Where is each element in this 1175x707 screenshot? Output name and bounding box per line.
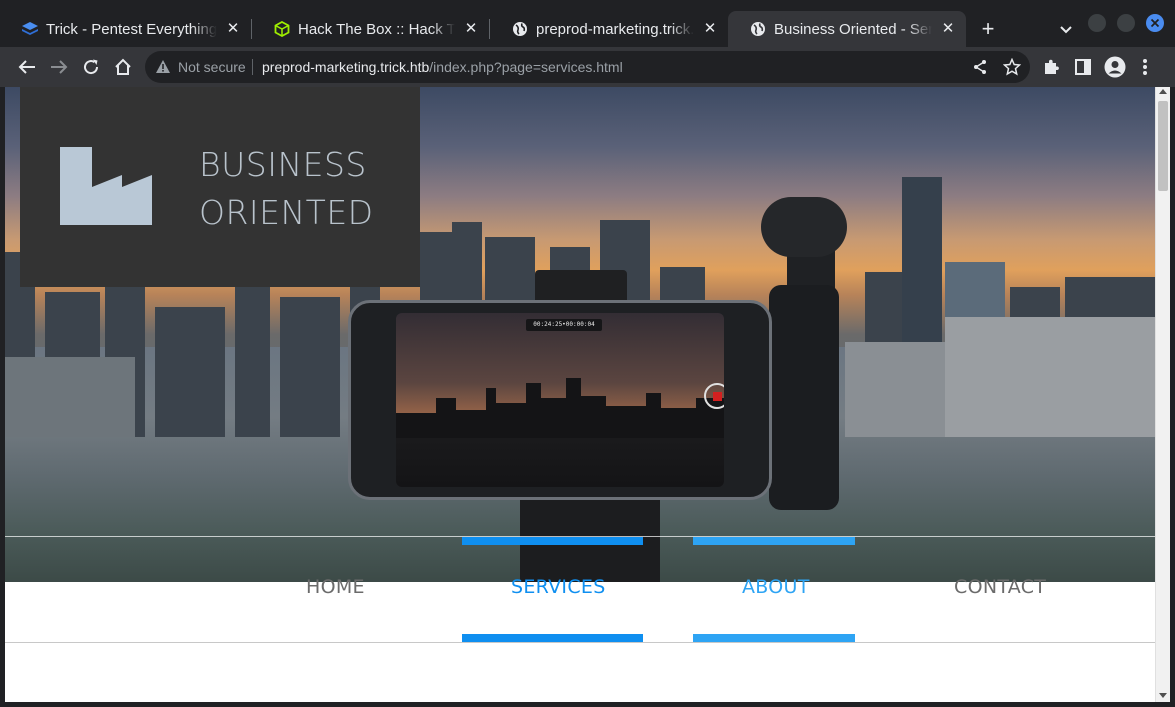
recording-timer: 00:24:25•00:00:04	[526, 319, 602, 331]
address-separator	[252, 59, 253, 75]
services-top-bar	[462, 537, 643, 545]
home-icon[interactable]	[111, 55, 135, 79]
menu-kebab-icon[interactable]	[1133, 55, 1157, 79]
about-top-bar	[693, 537, 855, 545]
toolbar: Not secure preprod-marketing.trick.htb/i…	[0, 47, 1175, 87]
close-tab-icon[interactable]: ✕	[702, 21, 718, 37]
address-bar[interactable]: Not secure preprod-marketing.trick.htb/i…	[145, 51, 1030, 83]
logo-line-2: ORIENTED	[199, 193, 374, 232]
globe-icon	[512, 21, 528, 37]
tab-trick[interactable]: Trick - Pentest Everything ✕	[0, 11, 251, 47]
record-button	[704, 383, 724, 409]
tab-strip: Trick - Pentest Everything ✕ Hack The Bo…	[0, 0, 1175, 47]
logo-text: BUSINESS ORIENTED	[199, 141, 374, 237]
logo[interactable]: BUSINESS ORIENTED	[20, 87, 420, 287]
gimbal-device	[761, 197, 847, 582]
minimize-button[interactable]	[1088, 14, 1106, 32]
page-viewport: 00:24:25•00:00:04 BUSINESS ORIENTED HOME…	[5, 87, 1155, 702]
scroll-down-arrow-icon[interactable]	[1159, 693, 1167, 698]
about-bottom-bar	[693, 634, 855, 642]
tab-search-icon[interactable]	[1056, 19, 1076, 39]
globe-icon	[750, 21, 766, 37]
phone-screen: 00:24:25•00:00:04	[396, 313, 724, 487]
services-bottom-bar	[462, 634, 643, 642]
close-window-button[interactable]	[1146, 14, 1164, 32]
tab-title: Hack The Box :: Hack The Box	[298, 20, 455, 38]
share-icon[interactable]	[970, 57, 990, 77]
new-tab-button[interactable]: +	[976, 17, 1000, 41]
nav-divider	[5, 642, 1155, 643]
nav-home[interactable]: HOME	[306, 576, 365, 598]
tab-title: preprod-marketing.trick.htb	[536, 20, 694, 38]
browser-window: Trick - Pentest Everything ✕ Hack The Bo…	[0, 0, 1175, 707]
window-frame-left	[0, 87, 5, 707]
side-panel-icon[interactable]	[1071, 55, 1095, 79]
extensions-puzzle-icon[interactable]	[1039, 55, 1063, 79]
nav-services[interactable]: SERVICES	[511, 576, 606, 598]
htb-cube-icon	[274, 21, 290, 37]
url-host: preprod-marketing.trick.htb	[262, 59, 430, 75]
vertical-scrollbar[interactable]	[1155, 87, 1170, 702]
layers-icon	[22, 21, 38, 37]
scroll-up-arrow-icon[interactable]	[1159, 89, 1167, 94]
tab-hackthebox[interactable]: Hack The Box :: Hack The Box ✕	[252, 11, 489, 47]
close-tab-icon[interactable]: ✕	[225, 21, 241, 37]
maximize-button[interactable]	[1117, 14, 1135, 32]
forward-icon[interactable]	[47, 55, 71, 79]
warning-icon[interactable]	[155, 59, 171, 79]
window-frame-bottom	[0, 702, 1175, 707]
smartphone: 00:24:25•00:00:04	[348, 300, 772, 500]
security-label[interactable]: Not secure	[178, 59, 246, 75]
logo-line-1: BUSINESS	[199, 145, 367, 184]
profile-avatar-icon[interactable]	[1103, 55, 1127, 79]
reload-icon[interactable]	[79, 55, 103, 79]
url-text[interactable]: preprod-marketing.trick.htb/index.php?pa…	[262, 59, 623, 75]
back-icon[interactable]	[15, 55, 39, 79]
scroll-thumb[interactable]	[1158, 101, 1168, 191]
tab-title: Business Oriented - Services	[774, 20, 932, 38]
factory-icon	[60, 147, 152, 225]
close-tab-icon[interactable]: ✕	[940, 21, 956, 37]
tab-business-oriented[interactable]: Business Oriented - Services ✕	[728, 11, 966, 47]
main-nav: HOME SERVICES ABOUT CONTACT	[5, 537, 1155, 642]
tab-title: Trick - Pentest Everything	[46, 20, 217, 38]
close-tab-icon[interactable]: ✕	[463, 21, 479, 37]
nav-contact[interactable]: CONTACT	[954, 576, 1046, 598]
window-frame-right	[1170, 87, 1175, 707]
bookmark-star-icon[interactable]	[1002, 57, 1022, 77]
tab-preprod[interactable]: preprod-marketing.trick.htb ✕	[490, 11, 728, 47]
nav-about[interactable]: ABOUT	[742, 576, 810, 598]
url-path: /index.php?page=services.html	[429, 59, 623, 75]
phone-skyline	[396, 378, 724, 438]
